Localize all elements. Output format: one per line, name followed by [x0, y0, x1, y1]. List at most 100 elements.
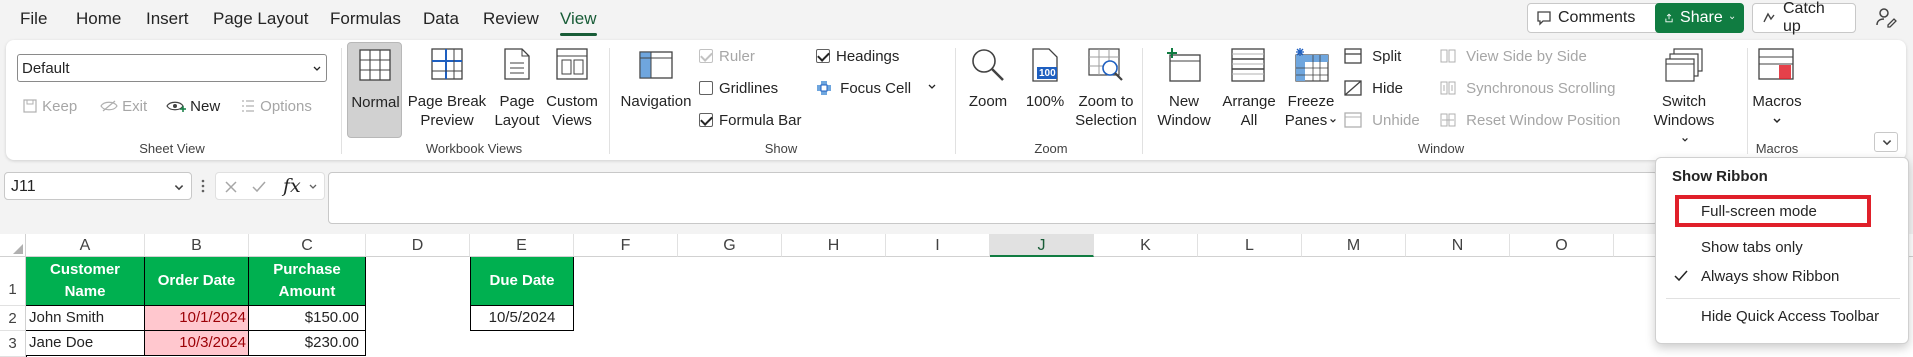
page-layout-label-2: Layout	[494, 112, 540, 129]
cell-b2[interactable]: 10/1/2024	[145, 306, 249, 331]
cell-a3[interactable]: Jane Doe	[26, 331, 145, 356]
hide-button[interactable]: Hide	[1344, 80, 1403, 97]
freeze-panes-icon	[1295, 48, 1329, 82]
switch-windows-button[interactable]: Switch Windows	[1649, 42, 1719, 142]
arrange-all-button[interactable]: Arrange All	[1218, 42, 1280, 138]
catch-up-label: Catch up	[1782, 0, 1825, 35]
tab-file[interactable]: File	[20, 9, 47, 29]
focus-cell-button[interactable]: Focus Cell	[816, 80, 937, 97]
column-header-o[interactable]: O	[1510, 234, 1614, 257]
full-screen-mode-item[interactable]: Full-screen mode	[1675, 195, 1871, 227]
gridlines-label: Gridlines	[719, 80, 779, 97]
column-header-l[interactable]: L	[1198, 234, 1302, 257]
gridlines-checkbox[interactable]: Gridlines	[699, 80, 778, 97]
new-window-button[interactable]: New Window	[1153, 42, 1215, 138]
cell-e1[interactable]: Due Date	[470, 257, 574, 306]
switch-windows-label-2-text: Windows	[1653, 112, 1715, 129]
column-header-h[interactable]: H	[782, 234, 886, 257]
reset-window-position-button[interactable]: Reset Window Position	[1440, 112, 1620, 129]
column-header-e[interactable]: E	[470, 234, 574, 257]
select-all-corner[interactable]	[0, 234, 26, 257]
catch-up-button[interactable]: Catch up	[1752, 0, 1856, 35]
zoom-button[interactable]: Zoom	[962, 42, 1014, 138]
tab-data[interactable]: Data	[423, 9, 459, 29]
navigation-button[interactable]: Navigation	[616, 42, 696, 138]
column-header-m[interactable]: M	[1302, 234, 1406, 257]
more-options-icon[interactable]	[201, 178, 205, 194]
cancel-icon[interactable]	[224, 180, 238, 194]
hide-quick-access-toolbar-item[interactable]: Hide Quick Access Toolbar	[1701, 308, 1879, 325]
page-layout-button[interactable]: Page Layout	[492, 42, 542, 138]
navigation-icon	[639, 51, 673, 79]
view-side-by-side-button[interactable]: View Side by Side	[1440, 48, 1587, 65]
headings-label: Headings	[836, 48, 900, 65]
unhide-button[interactable]: Unhide	[1344, 112, 1420, 129]
freeze-panes-label-1: Freeze	[1287, 93, 1335, 110]
checkmark-icon	[1674, 270, 1688, 282]
divider	[609, 48, 610, 154]
formula-input[interactable]	[328, 172, 1658, 224]
chevron-down-icon	[309, 184, 317, 189]
sheet-view-select[interactable]: Default	[17, 54, 327, 82]
cell-c2[interactable]: $150.00	[249, 306, 366, 331]
share-button[interactable]: Share	[1655, 3, 1744, 33]
formula-bar-label: Formula Bar	[719, 112, 802, 129]
cell-a2[interactable]: John Smith	[26, 306, 145, 331]
column-header-n[interactable]: N	[1406, 234, 1510, 257]
eye-plus-icon	[166, 101, 186, 112]
tab-formulas[interactable]: Formulas	[330, 9, 401, 29]
column-header-b[interactable]: B	[145, 234, 249, 257]
name-box[interactable]: J11	[4, 172, 192, 200]
row-header-1[interactable]: 1	[0, 257, 26, 306]
headings-checkbox[interactable]: Headings	[816, 48, 899, 65]
comments-button[interactable]: Comments	[1527, 3, 1668, 33]
column-header-f[interactable]: F	[574, 234, 678, 257]
side-by-side-icon	[1440, 49, 1456, 63]
tab-view[interactable]: View	[560, 9, 597, 29]
normal-view-button[interactable]: Normal	[347, 42, 402, 138]
row-header-2[interactable]: 2	[0, 306, 26, 331]
zoom-to-selection-button[interactable]: Zoom to Selection	[1072, 42, 1140, 138]
custom-views-button[interactable]: Custom Views	[543, 42, 601, 138]
row-header-3[interactable]: 3	[0, 331, 26, 357]
keep-button[interactable]: Keep	[22, 98, 77, 115]
chevron-down-icon	[1882, 140, 1892, 146]
column-header-d[interactable]: D	[366, 234, 470, 257]
column-header-c[interactable]: C	[249, 234, 366, 257]
column-header-g[interactable]: G	[678, 234, 782, 257]
new-sheet-view-button[interactable]: New	[166, 98, 220, 115]
cell-b1[interactable]: Order Date	[145, 257, 249, 306]
cell-e2[interactable]: 10/5/2024	[470, 306, 574, 331]
cell-a1[interactable]: Customer Name	[26, 257, 145, 306]
ribbon-display-options-button[interactable]	[1874, 132, 1898, 152]
tab-page-layout[interactable]: Page Layout	[213, 9, 308, 29]
split-button[interactable]: Split	[1344, 48, 1401, 65]
insert-function-icon[interactable]: fx	[283, 175, 301, 197]
freeze-panes-button[interactable]: Freeze Panes	[1282, 42, 1340, 138]
show-tabs-only-item[interactable]: Show tabs only	[1701, 239, 1803, 256]
column-header-j[interactable]: J	[990, 234, 1094, 257]
always-show-ribbon-item[interactable]: Always show Ribbon	[1701, 268, 1839, 285]
cell-c1[interactable]: Purchase Amount	[249, 257, 366, 306]
exit-button[interactable]: Exit	[100, 98, 147, 115]
cell-c3[interactable]: $230.00	[249, 331, 366, 356]
options-button[interactable]: Options	[240, 98, 312, 115]
focus-cell-icon	[817, 81, 831, 95]
formula-bar-checkbox[interactable]: Formula Bar	[699, 112, 802, 129]
active-tab-indicator	[560, 33, 597, 36]
page-break-preview-button[interactable]: Page Break Preview	[406, 42, 488, 138]
column-header-i[interactable]: I	[886, 234, 990, 257]
profile-icon[interactable]	[1874, 5, 1898, 29]
hide-label: Hide	[1372, 80, 1404, 97]
tab-review[interactable]: Review	[483, 9, 539, 29]
tab-home[interactable]: Home	[76, 9, 121, 29]
tab-insert[interactable]: Insert	[146, 9, 189, 29]
ruler-checkbox[interactable]: Ruler	[699, 48, 755, 65]
column-header-a[interactable]: A	[26, 234, 145, 257]
column-header-k[interactable]: K	[1094, 234, 1198, 257]
macros-button[interactable]: Macros	[1751, 42, 1803, 138]
zoom-100-button[interactable]: 100 100%	[1020, 42, 1070, 138]
cell-b3[interactable]: 10/3/2024	[145, 331, 249, 356]
enter-check-icon[interactable]	[251, 180, 267, 194]
synchronous-scrolling-button[interactable]: Synchronous Scrolling	[1440, 80, 1615, 97]
